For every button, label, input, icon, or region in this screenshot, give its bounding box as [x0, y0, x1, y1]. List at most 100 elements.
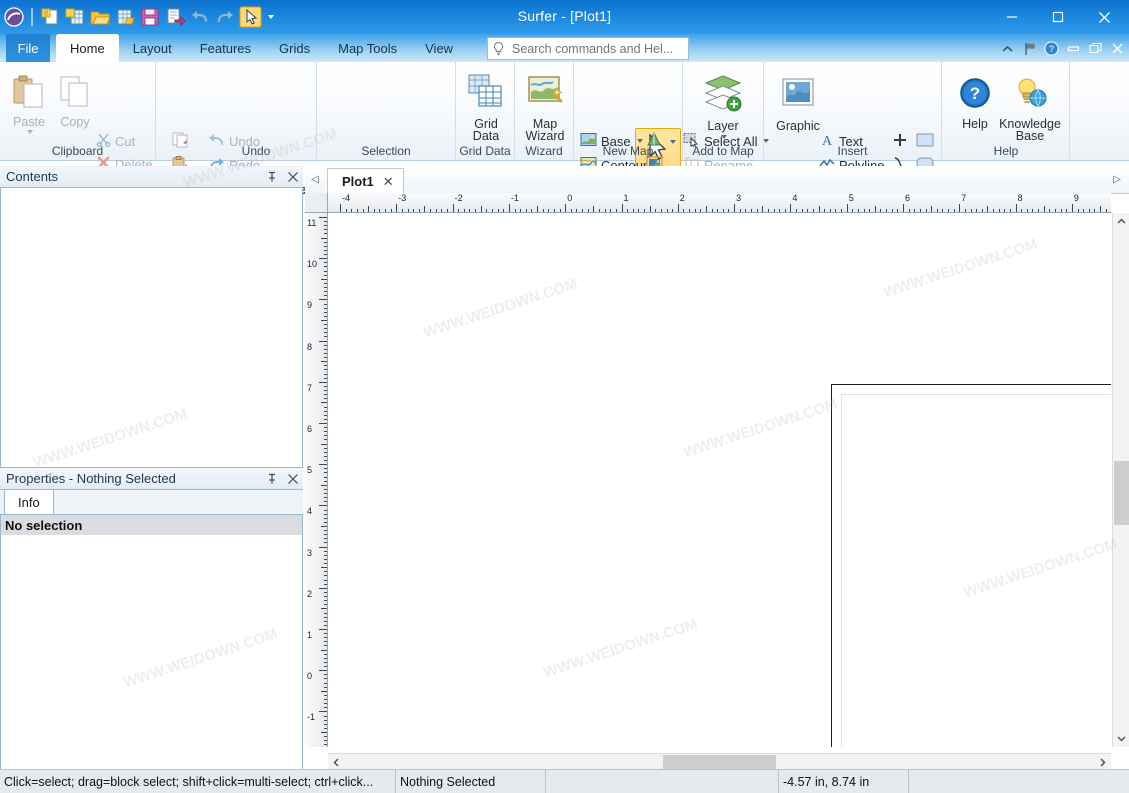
document-tab-close-icon[interactable]: ✕ — [383, 174, 394, 190]
tab-features[interactable]: Features — [186, 34, 265, 62]
maximize-button[interactable] — [1035, 2, 1081, 32]
help-button[interactable]: ? Help — [952, 76, 998, 131]
ribbon-collapse-icon[interactable] — [1000, 41, 1015, 56]
paste-button[interactable]: Paste — [8, 74, 50, 134]
close-button[interactable] — [1081, 2, 1127, 32]
ribbon-group-selection: Select Select All — [317, 62, 456, 160]
tab-view[interactable]: View — [411, 34, 467, 62]
doc-tab-scroll-left[interactable]: ◁ — [309, 172, 321, 186]
graphic-icon — [776, 74, 820, 117]
ruler-tick-major — [847, 204, 848, 212]
ruler-tick-minor — [324, 596, 328, 597]
search-input[interactable] — [510, 41, 682, 57]
ruler-tick-minor — [728, 209, 729, 213]
ruler-tick-minor — [1106, 209, 1107, 213]
tab-grids[interactable]: Grids — [265, 34, 324, 62]
ruler-tick-minor — [762, 206, 763, 212]
ruler-tick-major — [959, 204, 960, 212]
surface-map-caret-icon[interactable] — [670, 140, 676, 144]
horizontal-scrollbar[interactable] — [328, 753, 1111, 770]
ruler-tick-minor — [723, 209, 724, 213]
layer-caret-icon[interactable] — [721, 135, 727, 139]
tab-layout[interactable]: Layout — [119, 34, 186, 62]
ruler-tick-minor — [324, 728, 328, 729]
ruler-tick-minor — [321, 402, 327, 403]
grid-data-button[interactable]: Grid Data — [460, 72, 512, 143]
ruler-tick-minor — [588, 209, 589, 213]
window-close-icon[interactable] — [1110, 41, 1125, 56]
ruler-tick-minor — [531, 209, 532, 213]
tab-home[interactable]: Home — [56, 34, 119, 62]
minimize-button[interactable] — [989, 2, 1035, 32]
ruler-tick-minor — [324, 542, 328, 543]
document-tab-plot1[interactable]: Plot1 ✕ — [327, 168, 404, 194]
ruler-tick-minor — [689, 209, 690, 213]
ruler-tick-minor — [976, 209, 977, 213]
ruler-tick-minor — [683, 209, 684, 213]
tab-file[interactable]: File — [6, 34, 50, 62]
doc-tab-scroll-right[interactable]: ▷ — [1111, 172, 1123, 186]
ruler-label: -1 — [511, 194, 519, 203]
ruler-tick-minor — [1094, 209, 1095, 213]
ruler-tick-minor — [875, 206, 876, 212]
layer-icon — [699, 74, 747, 117]
close-icon[interactable] — [287, 473, 299, 485]
vertical-scroll-thumb[interactable] — [1114, 461, 1129, 525]
search-box[interactable] — [487, 37, 689, 60]
ruler-tick-minor — [458, 209, 459, 213]
ruler-tick-minor — [321, 485, 327, 486]
flag-icon[interactable] — [1022, 41, 1037, 56]
contents-panel-header: Contents — [0, 166, 303, 188]
ruler-tick-minor — [695, 209, 696, 213]
ruler-label: 3 — [307, 549, 312, 558]
copy-button[interactable]: Copy — [55, 74, 95, 129]
ruler-tick-minor — [324, 291, 328, 292]
title-bar: Surfer - [Plot1] — [0, 0, 1129, 34]
window-restore-icon[interactable] — [1088, 41, 1103, 56]
paste-caret-icon[interactable] — [27, 130, 33, 134]
ruler-tick-minor — [324, 225, 328, 226]
ruler-tick-minor — [324, 571, 328, 572]
vertical-ruler[interactable]: 11109876543210-1 — [305, 213, 328, 747]
ruler-tick-minor — [324, 551, 328, 552]
ruler-tick-minor — [324, 452, 328, 453]
scroll-down-arrow[interactable] — [1113, 730, 1129, 747]
help-circle-icon[interactable]: ? — [1044, 41, 1059, 56]
properties-tab-bar: Info — [0, 490, 303, 515]
ruler-tick-minor — [324, 324, 328, 325]
ruler-tick-minor — [324, 345, 328, 346]
vertical-scrollbar[interactable] — [1112, 213, 1129, 747]
ruler-tick-minor — [324, 477, 328, 478]
copy-format-button[interactable] — [172, 132, 189, 151]
ruler-tick-minor — [324, 654, 328, 655]
horizontal-scroll-thumb[interactable] — [663, 755, 776, 770]
ruler-tick-minor — [324, 435, 328, 436]
knowledge-base-button[interactable]: Knowledge Base — [994, 76, 1066, 143]
pin-icon[interactable] — [266, 473, 278, 485]
plot-canvas[interactable] — [328, 213, 1111, 747]
graphic-button[interactable]: Graphic — [770, 74, 826, 133]
ruler-tick-minor — [324, 707, 328, 708]
restore-down-icon[interactable] — [1066, 41, 1081, 56]
ruler-tick-major — [319, 341, 327, 342]
layer-button[interactable]: Layer — [697, 74, 749, 139]
ruler-tick-minor — [321, 650, 327, 651]
map-wizard-button[interactable]: Map Wizard — [519, 72, 571, 143]
horizontal-ruler[interactable]: -4-3-2-1012345678910111213 — [328, 193, 1111, 213]
ruler-tick-minor — [321, 691, 327, 692]
close-icon[interactable] — [287, 171, 299, 183]
ruler-tick-minor — [324, 744, 328, 745]
base-map-caret-icon[interactable] — [637, 139, 643, 143]
contents-panel-body[interactable] — [0, 188, 303, 468]
page-sheet[interactable] — [831, 384, 1111, 747]
ruler-tick-minor — [931, 206, 932, 212]
tab-info[interactable]: Info — [4, 489, 54, 514]
ruler-tick-minor — [324, 472, 328, 473]
ribbon-group-undo: Undo Redo P — [196, 62, 317, 160]
pin-icon[interactable] — [266, 171, 278, 183]
tab-map-tools[interactable]: Map Tools — [324, 34, 411, 62]
ruler-tick-minor — [481, 206, 482, 212]
ribbon-group-grid-data: Grid Data Grid Data — [456, 62, 515, 160]
scroll-up-arrow[interactable] — [1113, 213, 1129, 230]
ruler-label: 0 — [307, 672, 312, 681]
